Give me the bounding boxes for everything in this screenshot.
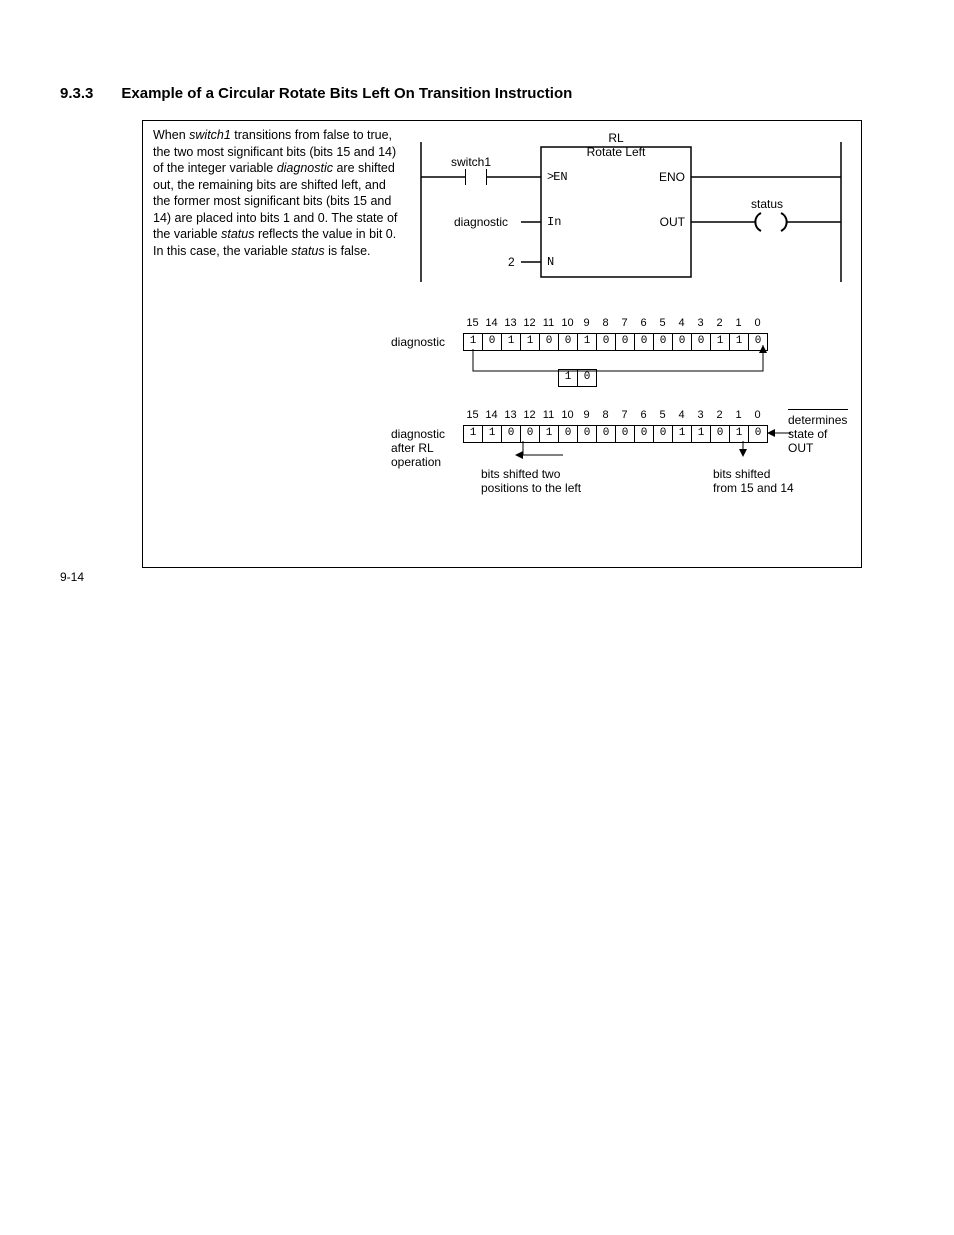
bit-cell: 1 bbox=[672, 426, 691, 442]
bit-index: 7 bbox=[615, 409, 634, 421]
diagnostic-label: diagnostic bbox=[454, 215, 508, 229]
bit-index: 15 bbox=[463, 317, 482, 329]
desc-em: diagnostic bbox=[277, 161, 333, 175]
section-title: Example of a Circular Rotate Bits Left O… bbox=[121, 85, 572, 102]
bit-index: 9 bbox=[577, 317, 596, 329]
bit-index: 1 bbox=[729, 317, 748, 329]
bit-index: 13 bbox=[501, 409, 520, 421]
description-paragraph: When switch1 transitions from false to t… bbox=[153, 127, 401, 287]
bit-index: 5 bbox=[653, 317, 672, 329]
bit-index: 9 bbox=[577, 409, 596, 421]
bit-index: 6 bbox=[634, 317, 653, 329]
bit-index: 3 bbox=[691, 317, 710, 329]
ann-det-2: state of bbox=[788, 427, 827, 441]
bit-index: 12 bbox=[520, 317, 539, 329]
section-heading: 9.3.3 Example of a Circular Rotate Bits … bbox=[60, 85, 894, 102]
mid-bit: 0 bbox=[578, 369, 597, 387]
bit-index: 12 bbox=[520, 409, 539, 421]
bit-index: 10 bbox=[558, 409, 577, 421]
switch1-label: switch1 bbox=[451, 155, 491, 169]
out-label: OUT bbox=[660, 215, 685, 229]
bit-index: 14 bbox=[482, 409, 501, 421]
bit-index: 11 bbox=[539, 409, 558, 421]
bit-index: 11 bbox=[539, 317, 558, 329]
desc-em: status bbox=[221, 227, 254, 241]
bit-index: 4 bbox=[672, 409, 691, 421]
bit-index: 13 bbox=[501, 317, 520, 329]
bit-index: 2 bbox=[710, 409, 729, 421]
ann-right-2: from 15 and 14 bbox=[713, 481, 794, 495]
eno-label: ENO bbox=[659, 170, 685, 184]
section-number: 9.3.3 bbox=[60, 85, 93, 102]
block-title-2: Rotate Left bbox=[541, 145, 691, 159]
bit-index: 8 bbox=[596, 317, 615, 329]
bit-index: 10 bbox=[558, 317, 577, 329]
n-label: N bbox=[547, 255, 554, 269]
bit-index: 8 bbox=[596, 409, 615, 421]
after-label-3: operation bbox=[391, 455, 441, 469]
desc-em: status bbox=[291, 244, 324, 258]
desc-text: When bbox=[153, 128, 189, 142]
figure-box: When switch1 transitions from false to t… bbox=[142, 120, 862, 568]
ann-det-1: determines bbox=[788, 413, 847, 427]
bit-index: 15 bbox=[463, 409, 482, 421]
bit-index: 0 bbox=[748, 317, 767, 329]
bit-index: 14 bbox=[482, 317, 501, 329]
ann-left-1: bits shifted two bbox=[481, 467, 560, 481]
after-label-1: diagnostic bbox=[391, 427, 445, 441]
two-label: 2 bbox=[508, 255, 515, 269]
ann-det-3: OUT bbox=[788, 441, 813, 455]
ladder-diagram: RL Rotate Left >EN ENO In OUT N switch1 … bbox=[411, 127, 851, 287]
bit-index: 2 bbox=[710, 317, 729, 329]
bit-cell: 1 bbox=[691, 426, 710, 442]
after-label-2: after RL bbox=[391, 441, 434, 455]
bit-index: 3 bbox=[691, 409, 710, 421]
diag-label: diagnostic bbox=[391, 335, 445, 349]
block-title-1: RL bbox=[541, 131, 691, 145]
bit-index: 6 bbox=[634, 409, 653, 421]
bit-index: 0 bbox=[748, 409, 767, 421]
ann-right-1: bits shifted bbox=[713, 467, 770, 481]
ann-left-2: positions to the left bbox=[481, 481, 581, 495]
status-label: status bbox=[751, 197, 783, 211]
desc-text: is false. bbox=[325, 244, 371, 258]
bit-index: 1 bbox=[729, 409, 748, 421]
page-number: 9-14 bbox=[60, 570, 84, 584]
en-label: EN bbox=[553, 170, 567, 184]
bits-illustration: diagnostic diagnostic after RL operation… bbox=[153, 317, 851, 537]
bit-index: 5 bbox=[653, 409, 672, 421]
desc-em: switch1 bbox=[189, 128, 231, 142]
bit-index: 7 bbox=[615, 317, 634, 329]
in-label: In bbox=[547, 215, 561, 229]
bit-index: 4 bbox=[672, 317, 691, 329]
